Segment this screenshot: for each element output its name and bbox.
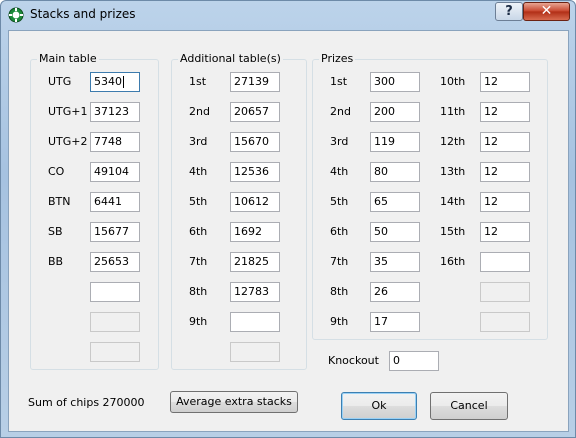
cancel-button[interactable]: Cancel xyxy=(430,392,508,420)
dialog-window: Stacks and prizes ? ✕ Main table UTG 534… xyxy=(0,0,576,438)
additional-stack-input-4th[interactable]: 12536 xyxy=(230,162,280,182)
additional-row-label-5th: 5th xyxy=(189,195,208,208)
main-row-label-utg1: UTG+1 xyxy=(48,105,88,118)
average-extra-stacks-button[interactable]: Average extra stacks xyxy=(170,391,298,413)
prize-label-2nd: 2nd xyxy=(330,105,351,118)
prize-input-14th[interactable]: 12 xyxy=(480,192,530,212)
additional-row-label-1st: 1st xyxy=(189,75,207,88)
prizes-title: Prizes xyxy=(319,52,356,65)
prize-input-disabled-2 xyxy=(480,312,530,332)
additional-stack-input-2nd[interactable]: 20657 xyxy=(230,102,280,122)
prize-input-1st[interactable]: 300 xyxy=(370,72,420,92)
additional-stack-input-3rd[interactable]: 15670 xyxy=(230,132,280,152)
additional-stack-input-6th[interactable]: 1692 xyxy=(230,222,280,242)
additional-stack-input-9th[interactable] xyxy=(230,312,280,332)
main-table-title: Main table xyxy=(37,52,99,65)
prize-label-12th: 12th xyxy=(440,135,466,148)
prize-input-15th[interactable]: 12 xyxy=(480,222,530,242)
prize-label-8th: 8th xyxy=(330,285,349,298)
additional-row-label-4th: 4th xyxy=(189,165,208,178)
title-bar[interactable]: Stacks and prizes ? ✕ xyxy=(1,1,575,29)
prize-input-16th[interactable] xyxy=(480,252,530,272)
additional-tables-title: Additional table(s) xyxy=(178,52,283,65)
additional-row-label-9th: 9th xyxy=(189,315,208,328)
prize-label-4th: 4th xyxy=(330,165,349,178)
prize-input-13th[interactable]: 12 xyxy=(480,162,530,182)
prize-label-13th: 13th xyxy=(440,165,466,178)
prize-input-9th[interactable]: 17 xyxy=(370,312,420,332)
prize-input-2nd[interactable]: 200 xyxy=(370,102,420,122)
close-button[interactable]: ✕ xyxy=(523,2,570,21)
prize-label-11th: 11th xyxy=(440,105,466,118)
additional-stack-input-1st[interactable]: 27139 xyxy=(230,72,280,92)
prize-input-disabled-1 xyxy=(480,282,530,302)
main-row-label-btn: BTN xyxy=(48,195,71,208)
main-stack-input-disabled-2 xyxy=(90,342,140,362)
prize-label-7th: 7th xyxy=(330,255,349,268)
prize-label-1st: 1st xyxy=(330,75,348,88)
prize-input-12th[interactable]: 12 xyxy=(480,132,530,152)
prize-input-11th[interactable]: 12 xyxy=(480,102,530,122)
prize-label-10th: 10th xyxy=(440,75,466,88)
main-stack-input-btn[interactable]: 6441 xyxy=(90,192,140,212)
prize-label-3rd: 3rd xyxy=(330,135,349,148)
prize-label-15th: 15th xyxy=(440,225,466,238)
additional-stack-input-7th[interactable]: 21825 xyxy=(230,252,280,272)
main-stack-input-extra[interactable] xyxy=(90,282,140,302)
prize-label-14th: 14th xyxy=(440,195,466,208)
additional-stack-input-disabled xyxy=(230,342,280,362)
sum-of-chips-label: Sum of chips 270000 xyxy=(28,396,145,409)
knockout-label: Knockout xyxy=(328,354,379,367)
poker-chip-icon xyxy=(8,7,24,23)
main-stack-input-co[interactable]: 49104 xyxy=(90,162,140,182)
window-title: Stacks and prizes xyxy=(30,7,136,21)
prize-input-6th[interactable]: 50 xyxy=(370,222,420,242)
main-stack-input-utg[interactable]: 5340 xyxy=(90,72,140,92)
text-caret xyxy=(123,76,124,88)
prize-input-5th[interactable]: 65 xyxy=(370,192,420,212)
dialog-client-area: Main table UTG 5340 UTG+1 37123 UTG+2 77… xyxy=(8,30,569,432)
main-row-label-utg2: UTG+2 xyxy=(48,135,88,148)
additional-row-label-3rd: 3rd xyxy=(189,135,208,148)
prize-label-6th: 6th xyxy=(330,225,349,238)
prize-input-3rd[interactable]: 119 xyxy=(370,132,420,152)
prize-label-16th: 16th xyxy=(440,255,466,268)
additional-stack-input-8th[interactable]: 12783 xyxy=(230,282,280,302)
main-stack-input-sb[interactable]: 15677 xyxy=(90,222,140,242)
prize-input-4th[interactable]: 80 xyxy=(370,162,420,182)
main-stack-input-utg1[interactable]: 37123 xyxy=(90,102,140,122)
main-row-label-co: CO xyxy=(48,165,65,178)
prize-label-9th: 9th xyxy=(330,315,349,328)
additional-row-label-2nd: 2nd xyxy=(189,105,210,118)
ok-button[interactable]: Ok xyxy=(341,392,417,420)
additional-row-label-7th: 7th xyxy=(189,255,208,268)
additional-row-label-8th: 8th xyxy=(189,285,208,298)
main-row-label-bb: BB xyxy=(48,255,64,268)
main-stack-input-utg2[interactable]: 7748 xyxy=(90,132,140,152)
main-stack-input-bb[interactable]: 25653 xyxy=(90,252,140,272)
prize-label-5th: 5th xyxy=(330,195,349,208)
prize-input-10th[interactable]: 12 xyxy=(480,72,530,92)
main-row-label-sb: SB xyxy=(48,225,63,238)
knockout-input[interactable]: 0 xyxy=(389,351,439,371)
prize-input-7th[interactable]: 35 xyxy=(370,252,420,272)
main-stack-input-disabled-1 xyxy=(90,312,140,332)
additional-row-label-6th: 6th xyxy=(189,225,208,238)
additional-stack-input-5th[interactable]: 10612 xyxy=(230,192,280,212)
prize-input-8th[interactable]: 26 xyxy=(370,282,420,302)
help-button[interactable]: ? xyxy=(495,2,523,21)
main-row-label-utg: UTG xyxy=(48,75,72,88)
